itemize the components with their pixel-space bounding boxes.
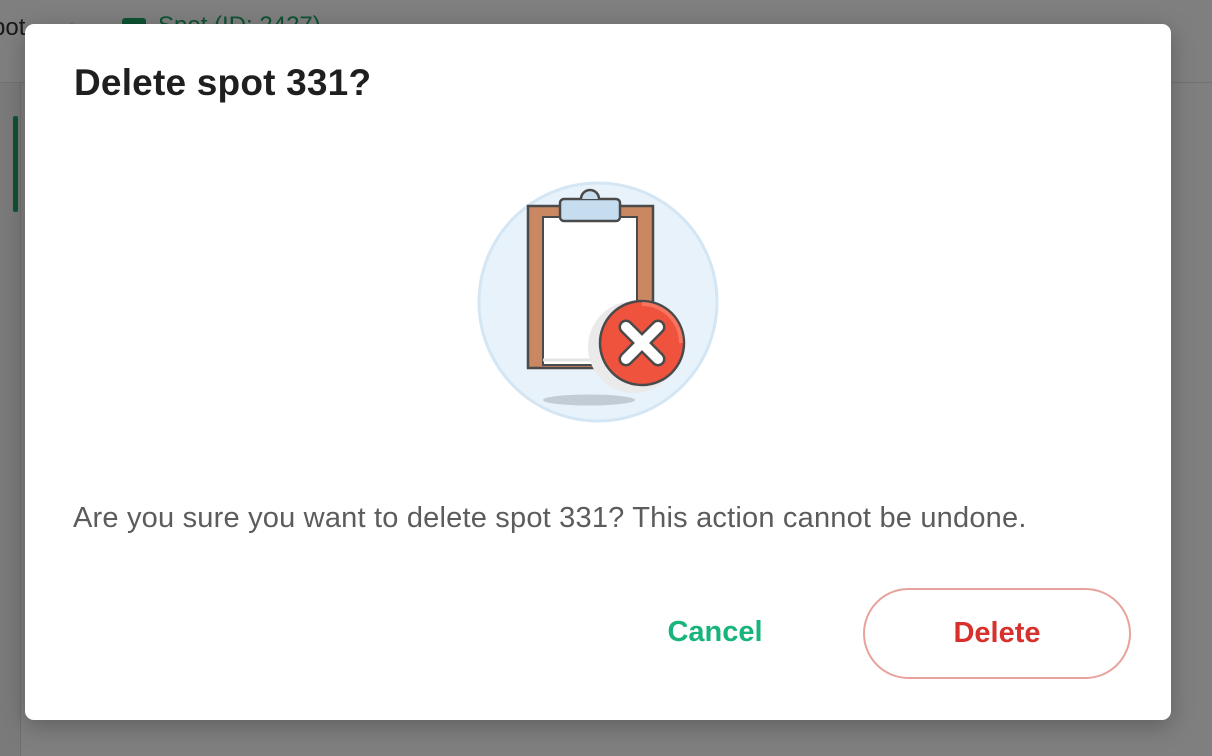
delete-button[interactable]: Delete: [863, 588, 1131, 679]
dialog-message: Are you sure you want to delete spot 331…: [73, 502, 1027, 534]
clipboard-delete-icon: [477, 181, 719, 423]
cancel-button[interactable]: Cancel: [637, 608, 793, 656]
dialog-title: Delete spot 331?: [74, 62, 372, 103]
delete-confirm-dialog: Delete spot 331? Are you sure you want t…: [25, 24, 1171, 720]
